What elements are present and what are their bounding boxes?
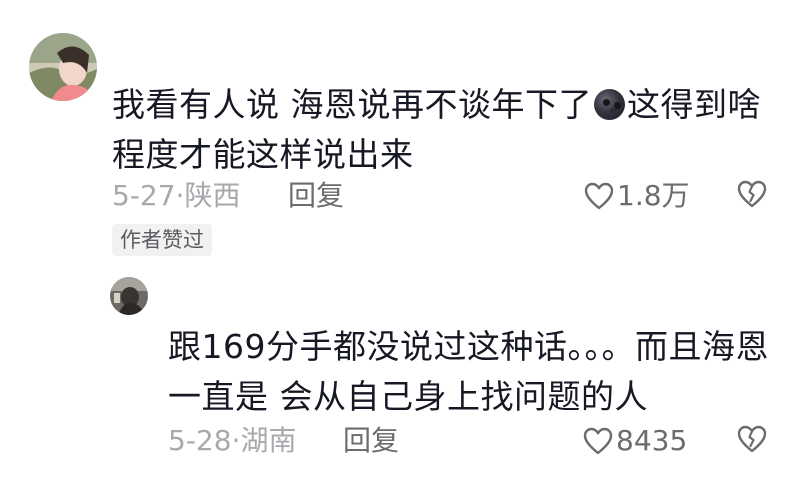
- dark-moon-face-icon: [594, 89, 625, 120]
- commenter-avatar[interactable]: [29, 33, 97, 101]
- like-button[interactable]: 1.8万: [584, 178, 690, 214]
- comment-text: 我看有人说 海恩说再不谈年下了 这得到啥程度才能这样说出来: [112, 85, 761, 174]
- reply-text: 跟169分手都没说过这种话。。。而且海恩一直是 会从自己身上找问题的人: [168, 327, 769, 416]
- like-button[interactable]: 8435: [583, 423, 687, 459]
- like-count: 1.8万: [617, 179, 690, 212]
- dislike-button[interactable]: [737, 425, 767, 457]
- comment-thread: 我看有人说 海恩说再不谈年下了 这得到啥程度才能这样说出来 5-27·陕西 回复 …: [0, 0, 800, 481]
- dislike-button[interactable]: [737, 180, 767, 212]
- heart-outline-icon: [583, 427, 613, 455]
- comment-date-location: 5-27·陕西: [112, 179, 241, 212]
- author-liked-badge: 作者赞过: [112, 224, 212, 256]
- heart-outline-icon: [584, 182, 614, 210]
- reply-button[interactable]: 回复: [343, 423, 399, 459]
- reply-button[interactable]: 回复: [288, 178, 344, 214]
- broken-heart-icon: [737, 180, 767, 208]
- like-count: 8435: [616, 424, 688, 457]
- broken-heart-icon: [737, 425, 767, 453]
- reply-date-location: 5-28·湖南: [168, 424, 297, 457]
- replier-avatar[interactable]: [110, 277, 148, 315]
